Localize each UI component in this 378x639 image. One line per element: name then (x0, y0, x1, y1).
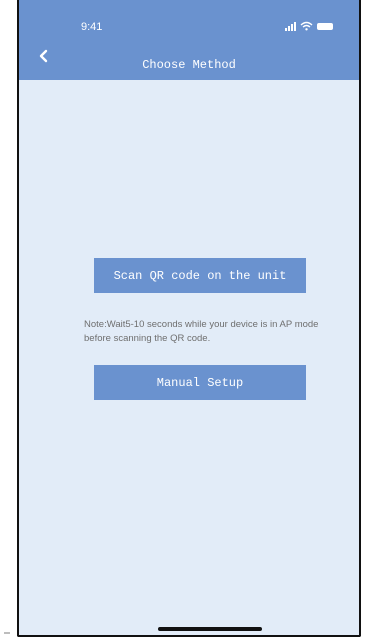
wifi-icon (300, 21, 313, 31)
app-header: 9:41 Choose Method (19, 0, 359, 80)
page-title: Choose Method (142, 58, 236, 72)
phone-screen: 9:41 Choose Method Scan QR code on the u… (17, 0, 361, 637)
edge-mark (4, 632, 10, 634)
status-icons (285, 21, 333, 31)
manual-setup-button[interactable]: Manual Setup (94, 365, 306, 400)
scan-qr-button[interactable]: Scan QR code on the unit (94, 258, 306, 293)
battery-icon (317, 22, 333, 30)
status-time: 9:41 (81, 21, 103, 33)
signal-icon (285, 21, 296, 31)
note-text: Note:Wait5-10 seconds while your device … (84, 319, 319, 344)
home-indicator[interactable] (158, 627, 262, 631)
